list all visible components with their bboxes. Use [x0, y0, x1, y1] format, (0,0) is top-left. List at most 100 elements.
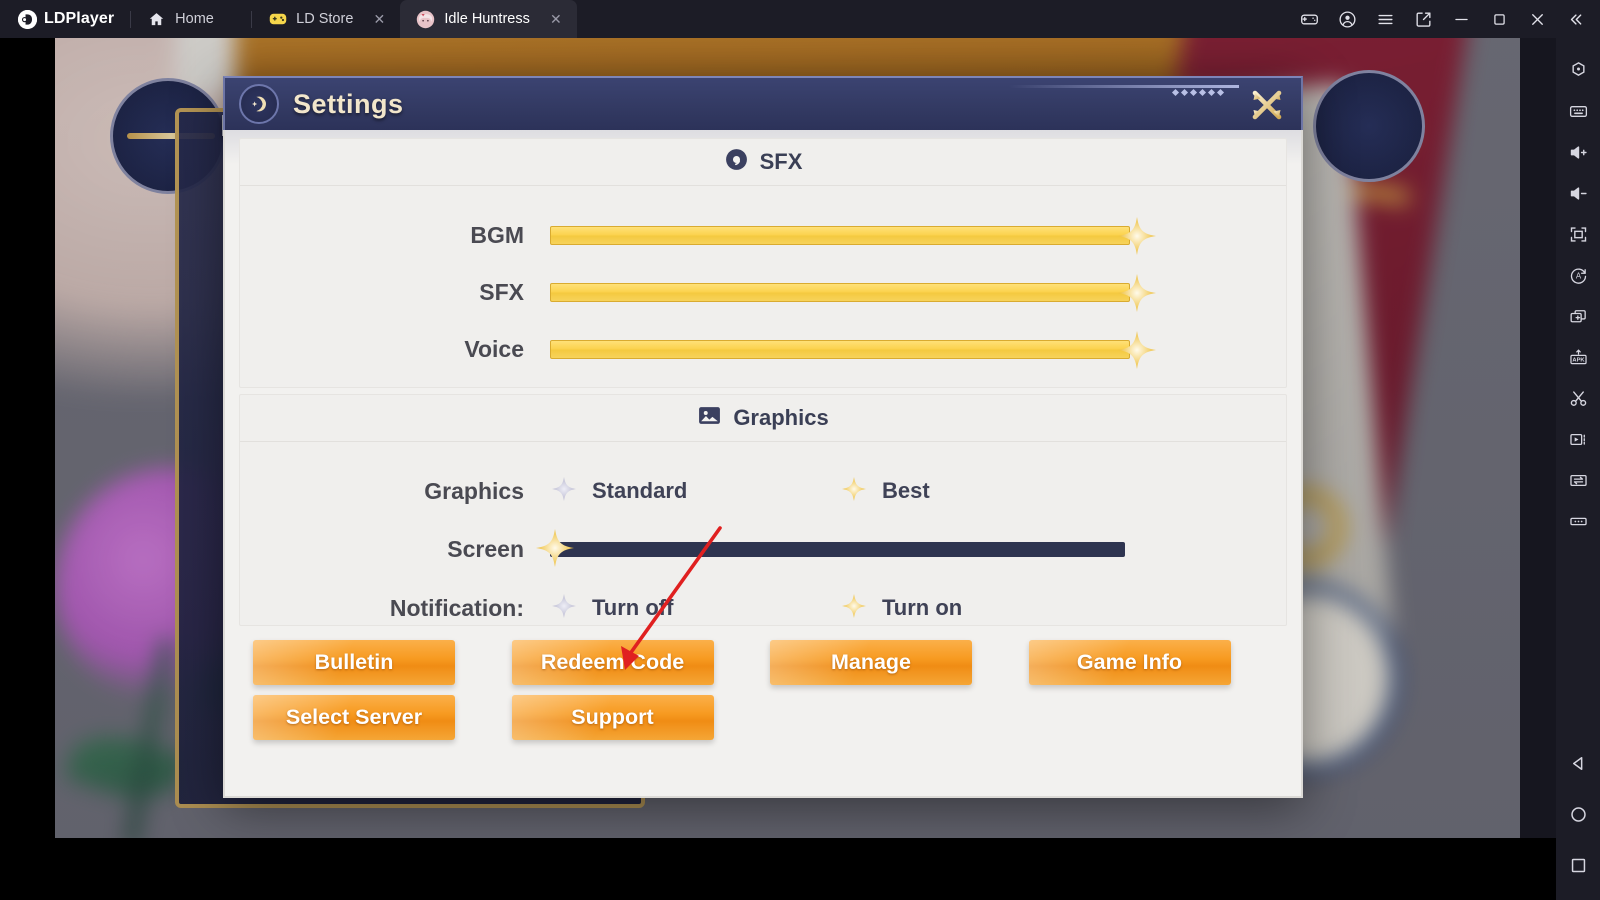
titlebar-dot-ornament	[1171, 88, 1225, 97]
action-button-row-1: Bulletin Redeem Code Manage Game Info	[253, 640, 1287, 685]
file-transfer-icon[interactable]	[1558, 460, 1598, 501]
star-icon	[550, 475, 578, 508]
account-icon[interactable]	[1328, 0, 1366, 38]
manage-button[interactable]: Manage	[770, 640, 972, 685]
install-apk-icon[interactable]: APK	[1558, 337, 1598, 378]
screen-slider-handle[interactable]	[534, 527, 576, 569]
notification-option-on[interactable]: Turn on	[840, 592, 962, 625]
brand: LDPlayer	[0, 0, 130, 38]
tab-idle-huntress[interactable]: Idle Huntress ✕	[400, 0, 577, 38]
support-button[interactable]: Support	[511, 695, 714, 740]
dialog-action-buttons: Bulletin Redeem Code Manage Game Info Se…	[239, 626, 1287, 740]
graphics-option-best-label: Best	[882, 478, 930, 503]
scissors-icon[interactable]	[1558, 378, 1598, 419]
screen-slider-row: Screen	[240, 521, 1286, 578]
volume-up-icon[interactable]	[1558, 132, 1598, 173]
settings-gear-icon[interactable]	[1558, 50, 1598, 91]
section-title-sfx: SFX	[759, 149, 803, 174]
section-title-graphics: Graphics	[733, 405, 829, 430]
select-server-button-label: Select Server	[285, 705, 423, 729]
redeem-code-button-label: Redeem Code	[540, 650, 685, 674]
close-icon[interactable]	[1518, 0, 1556, 38]
slider-label-voice: Voice	[464, 336, 524, 362]
more-options-icon[interactable]	[1558, 501, 1598, 542]
multi-instance-add-icon[interactable]	[1558, 296, 1598, 337]
page-title: Settings	[293, 88, 404, 119]
close-x-icon[interactable]	[1243, 83, 1291, 127]
maximize-icon[interactable]	[1480, 0, 1518, 38]
brand-name: LDPlayer	[44, 10, 115, 27]
tab-ld-store-close-icon[interactable]: ✕	[372, 12, 386, 26]
tab-ld-store-label: LD Store	[296, 11, 354, 27]
menu-icon[interactable]	[1366, 0, 1404, 38]
settings-dialog-titlebar: Settings	[223, 76, 1303, 130]
image-picture-icon	[697, 403, 722, 433]
tab-idle-huntress-label: Idle Huntress	[444, 11, 530, 27]
manage-button-label: Manage	[830, 650, 912, 674]
crescent-moon-icon	[239, 84, 279, 124]
collapse-toolbar-icon[interactable]	[1556, 0, 1594, 38]
button-slot-empty	[1029, 695, 1288, 740]
emulator-titlebar: LDPlayer Home LD Store ✕ Idle Huntress ✕	[0, 0, 1600, 38]
graphics-option-best[interactable]: Best	[840, 475, 930, 508]
screen-slider-label: Screen	[447, 536, 524, 562]
graphics-quality-row: Graphics Standard Best	[240, 461, 1286, 521]
android-screen[interactable]: In Lev Mig Gol Gui Sta Settings	[55, 38, 1520, 838]
svg-text:APK: APK	[1572, 358, 1585, 364]
select-server-button[interactable]: Select Server	[253, 695, 455, 740]
star-icon	[550, 592, 578, 625]
section-header-graphics: Graphics	[240, 395, 1286, 441]
home-icon	[147, 10, 166, 29]
slider-row-bgm: BGM	[240, 207, 1286, 264]
button-slot-empty	[770, 695, 1029, 740]
notification-label: Notification:	[389, 594, 524, 621]
tab-bar: Home LD Store ✕ Idle Huntress ✕	[131, 0, 577, 38]
video-record-icon[interactable]	[1558, 419, 1598, 460]
android-home-icon[interactable]	[1558, 794, 1598, 835]
section-graphics: Graphics Graphics Standard Best Screen N…	[239, 394, 1287, 626]
settings-dialog: Settings SFX BGM SFX Voice Graphics Grap…	[223, 76, 1303, 798]
voice-slider-handle[interactable]	[1116, 329, 1158, 371]
star-icon	[840, 592, 868, 625]
screen-slider-track	[550, 542, 1125, 557]
minimize-icon[interactable]	[1442, 0, 1480, 38]
android-recents-icon[interactable]	[1558, 845, 1598, 886]
sound-disc-icon	[724, 147, 749, 177]
graphics-quality-label: Graphics	[424, 477, 524, 504]
screen-letterbox-left	[0, 38, 55, 900]
game-avatar-icon	[416, 10, 435, 29]
slider-row-voice: Voice	[240, 321, 1286, 378]
sfx-slider-handle[interactable]	[1116, 272, 1158, 314]
ldplayer-logo-icon	[18, 9, 37, 29]
section-header-sfx: SFX	[240, 139, 1286, 185]
bulletin-button[interactable]: Bulletin	[253, 640, 455, 685]
star-icon	[840, 475, 868, 508]
graphics-option-standard[interactable]: Standard	[550, 475, 840, 508]
slider-label-bgm: BGM	[470, 222, 524, 248]
slider-label-sfx: SFX	[479, 279, 524, 305]
redeem-code-button[interactable]: Redeem Code	[511, 640, 714, 685]
ldplayer-window: In Lev Mig Gol Gui Sta Settings	[0, 0, 1600, 900]
section-divider	[240, 185, 1286, 186]
tab-home-label: Home	[175, 11, 214, 27]
tab-idle-huntress-close-icon[interactable]: ✕	[549, 12, 563, 26]
gamepad-icon[interactable]	[1290, 0, 1328, 38]
volume-down-icon[interactable]	[1558, 173, 1598, 214]
voice-slider-track	[550, 340, 1130, 359]
android-back-icon[interactable]	[1558, 743, 1598, 784]
multi-instance-icon[interactable]	[1404, 0, 1442, 38]
tab-home[interactable]: Home	[131, 0, 251, 38]
tab-ld-store[interactable]: LD Store ✕	[252, 0, 400, 38]
screen-letterbox-bottom	[0, 838, 1556, 900]
fullscreen-icon[interactable]	[1558, 214, 1598, 255]
auto-rotate-icon[interactable]: A	[1558, 255, 1598, 296]
notification-option-off-label: Turn off	[592, 595, 674, 620]
game-info-button[interactable]: Game Info	[1028, 640, 1231, 685]
notification-option-on-label: Turn on	[882, 595, 963, 620]
bgm-slider-handle[interactable]	[1116, 215, 1158, 257]
section-sfx: SFX BGM SFX Voice	[239, 138, 1287, 388]
emulator-sidebar: A APK	[1556, 38, 1600, 900]
notification-row: Notification: Turn off Turn on	[240, 578, 1286, 638]
notification-option-off[interactable]: Turn off	[550, 592, 840, 625]
keyboard-mapping-icon[interactable]	[1558, 91, 1598, 132]
